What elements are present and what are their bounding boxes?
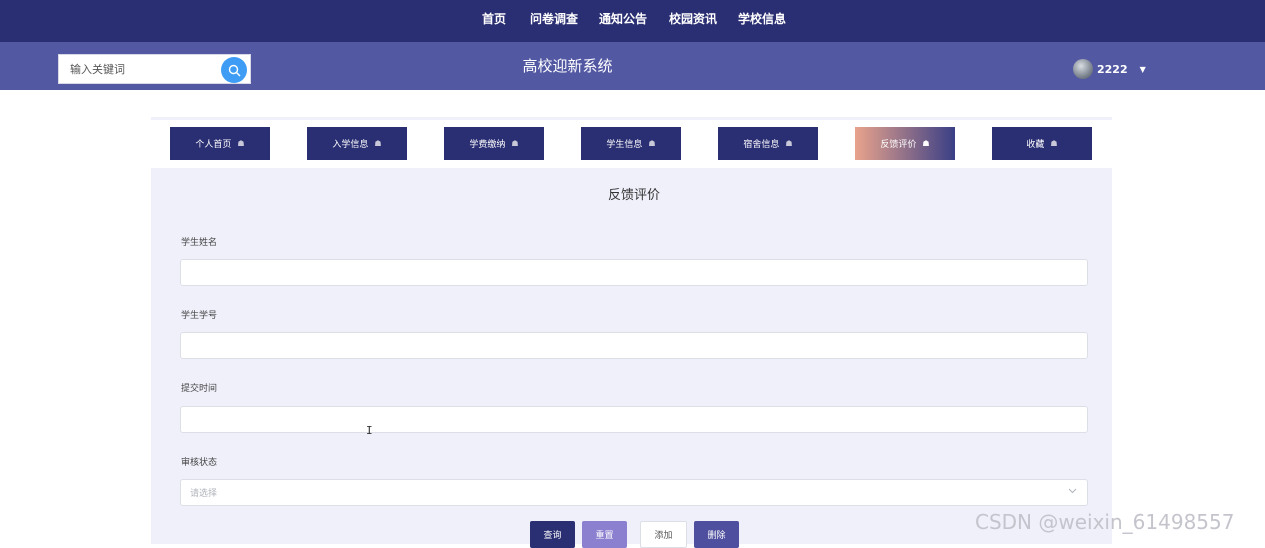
review-status-select[interactable]: 请选择 bbox=[180, 479, 1088, 506]
form-title: 反馈评价 bbox=[607, 188, 660, 203]
hand-icon: ☗ bbox=[785, 139, 793, 148]
user-menu[interactable]: 2222 ▼ bbox=[1073, 59, 1146, 79]
nav-item-notice[interactable]: 通知公告 bbox=[599, 0, 647, 38]
search-input[interactable] bbox=[59, 55, 219, 83]
hand-icon: ☗ bbox=[648, 139, 656, 148]
hand-icon: ☗ bbox=[237, 139, 245, 148]
search-box bbox=[58, 54, 251, 84]
submit-time-input[interactable] bbox=[180, 406, 1088, 433]
tab-label: 学费缴纳 bbox=[469, 140, 506, 150]
tab-label: 收藏 bbox=[1026, 140, 1045, 150]
search-icon bbox=[228, 64, 240, 76]
nav-item-school-info[interactable]: 学校信息 bbox=[738, 0, 786, 38]
nav-item-home[interactable]: 首页 bbox=[482, 0, 506, 38]
tab-tuition-payment[interactable]: 学费缴纳 ☗ bbox=[444, 127, 544, 160]
caret-down-icon: ▼ bbox=[1139, 64, 1146, 74]
tab-dorm-info[interactable]: 宿舍信息 ☗ bbox=[718, 127, 818, 160]
tab-student-info[interactable]: 学生信息 ☗ bbox=[581, 127, 681, 160]
hand-icon: ☗ bbox=[511, 139, 519, 148]
nav-item-news[interactable]: 校园资讯 bbox=[669, 0, 717, 38]
watermark: CSDN @weixin_61498557 bbox=[975, 510, 1235, 534]
nav-item-survey[interactable]: 问卷调查 bbox=[530, 0, 578, 38]
select-placeholder: 请选择 bbox=[190, 489, 218, 499]
header-bar: 高校迎新系统 2222 ▼ bbox=[0, 42, 1265, 90]
tab-label: 学生信息 bbox=[606, 140, 643, 150]
tab-bar: 个人首页 ☗ 入学信息 ☗ 学费缴纳 ☗ 学生信息 ☗ 宿舍信息 ☗ 反馈评价 ☗ 收藏 ☗ bbox=[151, 120, 1112, 168]
tab-favorites[interactable]: 收藏 ☗ bbox=[992, 127, 1092, 160]
hand-icon: ☗ bbox=[374, 139, 382, 148]
tab-enrollment-info[interactable]: 入学信息 ☗ bbox=[307, 127, 407, 160]
submit-time-label: 提交时间 bbox=[181, 384, 218, 394]
review-status-label: 审核状态 bbox=[181, 458, 218, 468]
chevron-down-icon bbox=[1068, 488, 1077, 494]
main-panel: 个人首页 ☗ 入学信息 ☗ 学费缴纳 ☗ 学生信息 ☗ 宿舍信息 ☗ 反馈评价 ☗ 收藏 ☗ … bbox=[151, 117, 1112, 548]
hand-icon: ☗ bbox=[922, 139, 930, 148]
text-cursor-icon: I bbox=[366, 424, 373, 437]
student-id-input[interactable] bbox=[180, 332, 1088, 359]
avatar bbox=[1073, 59, 1093, 79]
tab-label: 个人首页 bbox=[195, 140, 232, 150]
hand-icon: ☗ bbox=[1050, 139, 1058, 148]
student-name-input[interactable] bbox=[180, 259, 1088, 286]
tab-feedback[interactable]: 反馈评价 ☗ bbox=[855, 127, 955, 160]
student-name-label: 学生姓名 bbox=[181, 238, 218, 248]
top-nav: 首页 问卷调查 通知公告 校园资讯 学校信息 bbox=[0, 0, 1265, 42]
tab-label: 反馈评价 bbox=[880, 140, 917, 150]
username: 2222 bbox=[1097, 62, 1128, 76]
tab-label: 入学信息 bbox=[332, 140, 369, 150]
tab-label: 宿舍信息 bbox=[743, 140, 780, 150]
tab-personal-home[interactable]: 个人首页 ☗ bbox=[170, 127, 270, 160]
student-id-label: 学生学号 bbox=[181, 311, 218, 321]
search-button[interactable] bbox=[221, 57, 247, 83]
